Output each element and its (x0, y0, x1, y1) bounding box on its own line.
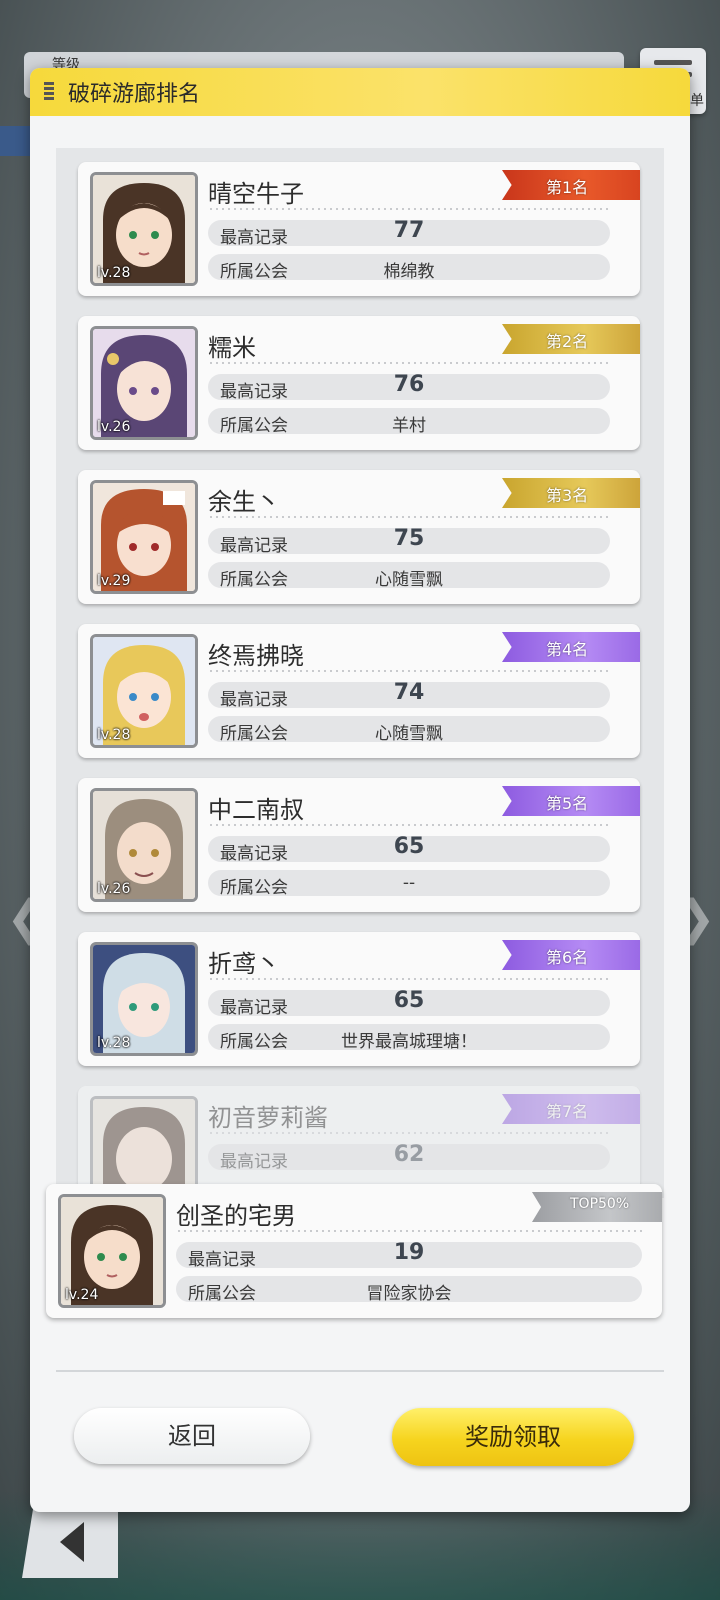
back-button[interactable]: 返回 (74, 1408, 310, 1464)
record-row: 最高记录 65 (208, 988, 610, 1018)
guild-value: 棉绵教 (383, 262, 435, 282)
rank-badge: 第2名 (502, 324, 640, 354)
claim-reward-button[interactable]: 奖励领取 (392, 1408, 634, 1466)
player-name: 糯米 (208, 334, 256, 362)
ranking-card[interactable]: lv.26 中二南叔 第5名 最高记录 65 所属公会 -- (78, 778, 640, 912)
record-value: 62 (393, 1142, 425, 1167)
record-row: 最高记录 75 (208, 526, 610, 556)
avatar: lv.28 (90, 942, 198, 1056)
rank-label: 第3名 (546, 486, 589, 505)
background-decoration (0, 126, 32, 156)
record-value: 19 (393, 1240, 425, 1265)
dotted-divider (208, 516, 610, 518)
guild-value: 羊村 (392, 416, 426, 436)
avatar: lv.28 (90, 172, 198, 286)
avatar: lv.26 (90, 326, 198, 440)
guild-value: 心随雪飘 (375, 570, 443, 590)
level-badge: lv.26 (97, 881, 131, 897)
player-name: 创圣的宅男 (176, 1202, 296, 1230)
record-value: 75 (393, 526, 425, 551)
guild-row: 所属公会 心随雪飘 (208, 716, 610, 744)
guild-value: 冒险家协会 (366, 1284, 452, 1304)
menu-label: 单 (690, 93, 704, 109)
dotted-divider (208, 208, 610, 210)
my-ranking-card: lv.24 创圣的宅男 TOP50% 最高记录 19 所属公会 冒险家协会 (46, 1184, 662, 1318)
player-name: 终焉拂晓 (208, 642, 304, 670)
background-back-icon (22, 1506, 118, 1578)
ranking-card[interactable]: lv.28 终焉拂晓 第4名 最高记录 74 所属公会 心随雪飘 (78, 624, 640, 758)
dotted-divider (176, 1230, 642, 1232)
avatar: lv.26 (90, 788, 198, 902)
record-value: 76 (393, 372, 425, 397)
level-badge: lv.28 (97, 265, 131, 281)
player-name: 初音萝莉酱 (208, 1104, 328, 1132)
ranking-list[interactable]: lv.28 晴空牛子 第1名 最高记录 77 所属公会 棉绵教 lv.26 糯米… (56, 148, 664, 1198)
dotted-divider (208, 362, 610, 364)
record-value: 65 (393, 988, 425, 1013)
record-row: 最高记录 74 (208, 680, 610, 710)
rank-badge: 第6名 (502, 940, 640, 970)
dialog-title: 破碎游廊排名 (68, 82, 201, 107)
guild-value: 世界最高城理塘！ (341, 1032, 477, 1052)
level-badge: lv.29 (97, 573, 131, 589)
ranking-dialog: 破碎游廊排名 lv.28 晴空牛子 第1名 最高记录 77 所属公会 棉绵教 l… (30, 68, 690, 1512)
rank-badge: 第3名 (502, 478, 640, 508)
footer-divider (56, 1370, 664, 1372)
rank-badge: 第1名 (502, 170, 640, 200)
avatar: lv.24 (58, 1194, 166, 1308)
guild-row: 所属公会 羊村 (208, 408, 610, 436)
guild-value: -- (402, 873, 416, 893)
rank-label: 第7名 (546, 1102, 589, 1121)
rank-badge: 第5名 (502, 786, 640, 816)
record-row: 最高记录 65 (208, 834, 610, 864)
dotted-divider (208, 1132, 610, 1134)
avatar: lv.29 (90, 480, 198, 594)
guild-row: 所属公会 心随雪飘 (208, 562, 610, 590)
rank-badge: TOP50% (532, 1192, 662, 1222)
record-row: 最高记录 77 (208, 218, 610, 248)
dotted-divider (208, 670, 610, 672)
guild-row: 所属公会 -- (208, 870, 610, 898)
player-name: 晴空牛子 (208, 180, 304, 208)
rank-label: 第5名 (546, 794, 589, 813)
ranking-card[interactable]: lv.28 折鸢丶 第6名 最高记录 65 所属公会 世界最高城理塘！ (78, 932, 640, 1066)
record-value: 65 (393, 834, 425, 859)
player-name: 余生丶 (208, 488, 280, 516)
avatar: lv.28 (90, 634, 198, 748)
record-value: 77 (393, 218, 425, 243)
dialog-header: 破碎游廊排名 (30, 68, 690, 116)
rank-badge: 第7名 (502, 1094, 640, 1124)
avatar (90, 1096, 198, 1198)
guild-row: 所属公会 世界最高城理塘！ (208, 1024, 610, 1052)
record-value: 74 (393, 680, 425, 705)
rank-label: 第6名 (546, 948, 589, 967)
dotted-divider (208, 824, 610, 826)
player-name: 折鸢丶 (208, 950, 280, 978)
level-badge: lv.26 (97, 419, 131, 435)
guild-row: 所属公会 棉绵教 (208, 254, 610, 282)
ranking-card[interactable]: 初音萝莉酱 第7名 最高记录 62 (78, 1086, 640, 1198)
level-badge: lv.28 (97, 727, 131, 743)
rank-label: 第1名 (546, 178, 589, 197)
rank-label: TOP50% (570, 1196, 630, 1212)
ranking-card[interactable]: lv.28 晴空牛子 第1名 最高记录 77 所属公会 棉绵教 (78, 162, 640, 296)
guild-value: 心随雪飘 (375, 724, 443, 744)
dotted-divider (208, 978, 610, 980)
rank-label: 第2名 (546, 332, 589, 351)
ranking-card[interactable]: lv.26 糯米 第2名 最高记录 76 所属公会 羊村 (78, 316, 640, 450)
record-row: 最高记录 76 (208, 372, 610, 402)
player-name: 中二南叔 (208, 796, 304, 824)
record-row: 最高记录 62 (208, 1142, 610, 1172)
ranking-card[interactable]: lv.29 余生丶 第3名 最高记录 75 所属公会 心随雪飘 (78, 470, 640, 604)
guild-row: 所属公会 冒险家协会 (176, 1276, 642, 1304)
rank-label: 第4名 (546, 640, 589, 659)
grip-icon (44, 82, 54, 102)
level-badge: lv.28 (97, 1035, 131, 1051)
record-row: 最高记录 19 (176, 1240, 642, 1270)
level-badge: lv.24 (65, 1287, 99, 1303)
rank-badge: 第4名 (502, 632, 640, 662)
